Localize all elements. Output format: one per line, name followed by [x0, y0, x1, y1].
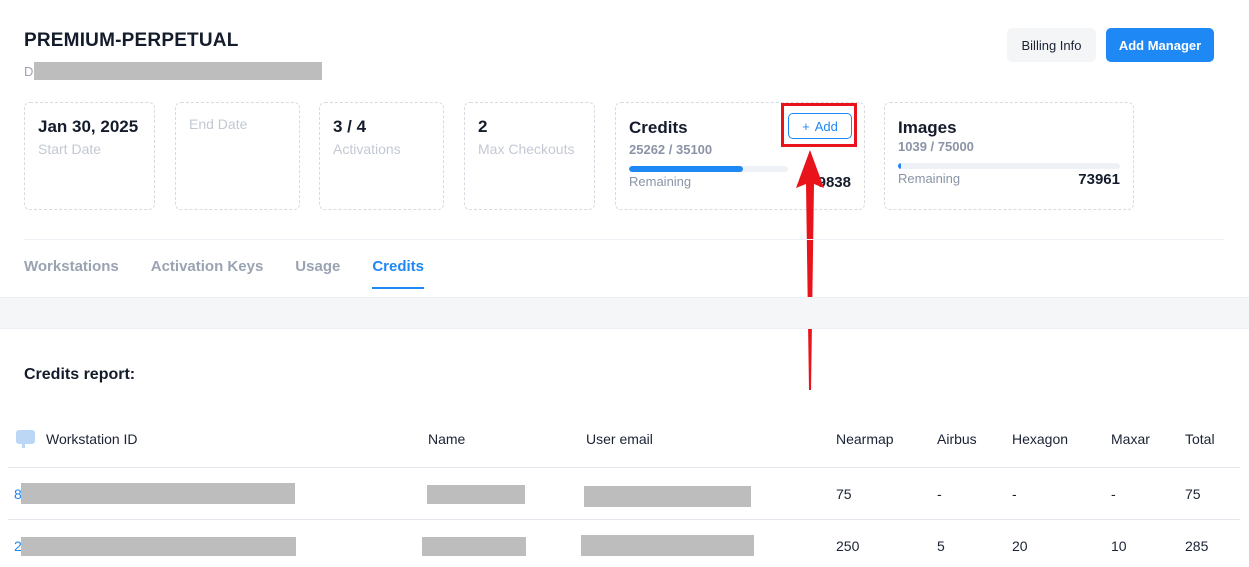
images-title: Images [898, 118, 957, 137]
start-date-value: Jan 30, 2025 [38, 117, 139, 136]
max-checkouts-value: 2 [478, 117, 488, 136]
tab-usage[interactable]: Usage [295, 258, 340, 289]
col-name[interactable]: Name [428, 431, 465, 447]
start-date-card: Jan 30, 2025 Start Date [24, 102, 155, 210]
airbus-value: - [937, 486, 942, 502]
plan-title: PREMIUM-PERPETUAL [24, 30, 239, 51]
col-nearmap[interactable]: Nearmap [836, 431, 894, 447]
section-divider [24, 239, 1224, 240]
col-workstation-id[interactable]: Workstation ID [46, 431, 138, 447]
content-separator-band [0, 297, 1249, 329]
annotation-arrow-icon [796, 150, 824, 390]
col-hexagon[interactable]: Hexagon [1012, 431, 1068, 447]
col-airbus[interactable]: Airbus [937, 431, 977, 447]
images-progress-fill [898, 163, 902, 169]
comment-icon [16, 430, 35, 448]
credits-ratio: 25262 / 35100 [629, 142, 713, 157]
hexagon-value: - [1012, 486, 1017, 502]
page-header: PREMIUM-PERPETUAL [24, 30, 239, 52]
images-remaining-value: 73961 [1078, 171, 1120, 188]
redacted-email [581, 535, 754, 556]
credits-report-title: Credits report: [24, 366, 136, 383]
airbus-value: 5 [937, 538, 945, 554]
redacted-subtitle [34, 62, 322, 80]
activations-value: 3 / 4 [333, 117, 367, 136]
activations-label: Activations [333, 141, 401, 157]
nearmap-value: 75 [836, 486, 852, 502]
redacted-name [427, 485, 525, 504]
total-value: 75 [1185, 486, 1201, 502]
plan-subtitle: D [24, 62, 322, 80]
max-checkouts-label: Max Checkouts [478, 141, 575, 157]
col-user-email[interactable]: User email [586, 431, 653, 447]
redacted-name [422, 537, 526, 556]
start-date-label: Start Date [38, 141, 102, 157]
max-checkouts-card: 2 Max Checkouts [464, 102, 595, 210]
end-date-label: End Date [189, 116, 248, 132]
credits-title: Credits [629, 118, 688, 137]
maxar-value: - [1111, 486, 1116, 502]
hexagon-value: 20 [1012, 538, 1028, 554]
add-manager-button[interactable]: Add Manager [1106, 28, 1214, 62]
redacted-workstation-id [21, 537, 296, 556]
images-card: Images 1039 / 75000 Remaining 73961 [884, 102, 1134, 210]
table-header-divider [8, 467, 1240, 468]
total-value: 285 [1185, 538, 1209, 554]
redacted-workstation-id [21, 483, 295, 504]
images-progress-bar [898, 163, 1120, 169]
tab-credits[interactable]: Credits [372, 258, 425, 289]
tab-bar: Workstations Activation Keys Usage Credi… [24, 258, 456, 289]
col-total[interactable]: Total [1185, 431, 1215, 447]
col-maxar[interactable]: Maxar [1111, 431, 1150, 447]
tab-workstations[interactable]: Workstations [24, 258, 119, 289]
credits-remaining-label: Remaining [629, 174, 692, 189]
redacted-email [584, 486, 751, 507]
plan-subtitle-initial: D [24, 63, 34, 79]
images-ratio: 1039 / 75000 [898, 139, 974, 154]
activations-card: 3 / 4 Activations [319, 102, 444, 210]
table-row-divider [8, 519, 1240, 520]
credits-progress-fill [629, 166, 744, 172]
tab-activation-keys[interactable]: Activation Keys [151, 258, 264, 289]
end-date-card: End Date [175, 102, 300, 210]
nearmap-value: 250 [836, 538, 860, 554]
billing-info-button[interactable]: Billing Info [1007, 28, 1096, 62]
credits-progress-bar [629, 166, 788, 172]
maxar-value: 10 [1111, 538, 1127, 554]
images-remaining-label: Remaining [898, 171, 961, 186]
